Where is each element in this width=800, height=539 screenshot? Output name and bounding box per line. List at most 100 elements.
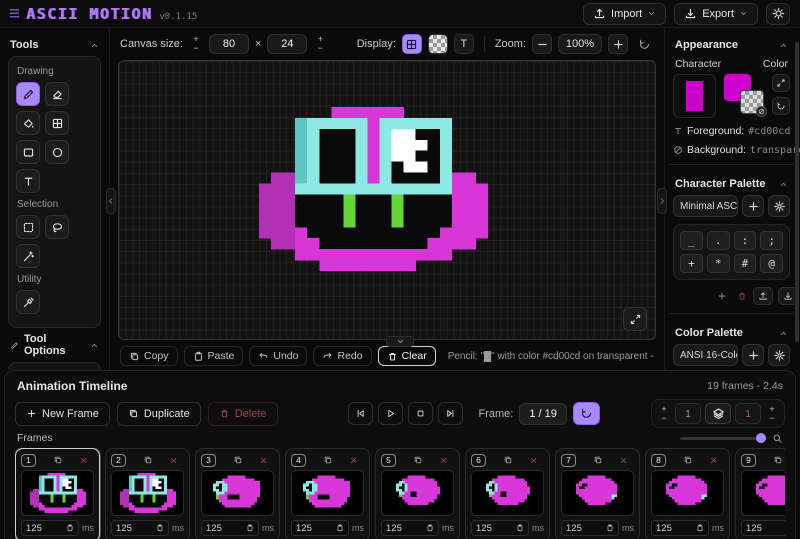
canvas-width-input[interactable]: 80 <box>209 34 249 54</box>
collapse-left-sidebar-handle[interactable] <box>106 188 116 214</box>
frame-thumbnail[interactable] <box>471 470 544 516</box>
zoom-in-button[interactable] <box>608 34 628 54</box>
palette-character-button[interactable]: *· <box>707 254 730 273</box>
frame-card-2[interactable]: 2125ms <box>105 448 190 539</box>
frame-duration-input[interactable]: 125 <box>201 520 259 536</box>
swap-colors-button[interactable] <box>772 74 790 92</box>
canvas-height-input[interactable]: 24 <box>267 34 307 54</box>
frame-thumbnail[interactable] <box>381 470 454 516</box>
character-palette-section-header[interactable]: Character Palette <box>673 173 790 195</box>
collapse-timeline-handle[interactable] <box>386 336 414 347</box>
frame-card-1[interactable]: 1125ms <box>15 448 100 539</box>
onion-skin-toggle-button[interactable] <box>705 403 731 424</box>
canvas-expand-button[interactable] <box>623 307 647 331</box>
drawing-canvas[interactable] <box>118 60 656 340</box>
character-preset-select[interactable]: Minimal ASC <box>673 195 738 217</box>
delete-frame-button[interactable]: Delete <box>208 402 278 426</box>
add-char-button[interactable] <box>713 288 730 305</box>
background-swatch[interactable] <box>740 90 764 114</box>
frame-duration-input[interactable]: 125 <box>651 520 709 536</box>
onion-prev-decrease[interactable]: − <box>657 414 671 423</box>
frame-duration-input[interactable]: 125 <box>291 520 349 536</box>
zoom-reset-button[interactable] <box>634 34 654 54</box>
skip-to-end-button[interactable] <box>438 402 463 425</box>
theme-toggle-button[interactable] <box>766 3 790 25</box>
frame-card-3[interactable]: 3125ms <box>195 448 280 539</box>
frame-card-4[interactable]: 4125ms <box>285 448 370 539</box>
new-frame-button[interactable]: New Frame <box>15 402 110 426</box>
undo-button[interactable]: Undo <box>249 346 307 366</box>
color-preset-select[interactable]: ANSI 16-Colo <box>673 344 738 366</box>
frame-duration-input[interactable]: 125 <box>741 520 785 536</box>
delete-char-button[interactable] <box>733 288 750 305</box>
tool-options-section-header[interactable]: Tool Options <box>8 328 101 362</box>
duplicate-frame-icon-button[interactable] <box>587 454 609 466</box>
palette-character-button[interactable]: @· <box>760 254 783 273</box>
onion-prev-count[interactable]: 1 <box>675 403 701 424</box>
lasso-tool-button[interactable] <box>45 215 69 239</box>
duplicate-frame-icon-button[interactable] <box>137 454 159 466</box>
palette-character-button[interactable]: ;· <box>760 231 783 250</box>
frame-thumbnail[interactable] <box>111 470 184 516</box>
delete-frame-icon-button[interactable] <box>163 455 184 466</box>
fill-rect-tool-button[interactable] <box>45 111 69 135</box>
move-char-left-button[interactable] <box>673 288 690 305</box>
duplicate-frame-button[interactable]: Duplicate <box>117 402 201 426</box>
collapse-right-sidebar-handle[interactable] <box>657 188 667 214</box>
duplicate-frame-icon-button[interactable] <box>497 454 519 466</box>
delete-frame-icon-button[interactable] <box>73 455 94 466</box>
palette-character-button[interactable]: #· <box>734 254 757 273</box>
ellipse-tool-button[interactable] <box>45 140 69 164</box>
frame-card-8[interactable]: 8125ms <box>645 448 730 539</box>
frame-thumbnail[interactable] <box>561 470 634 516</box>
character-palette-settings-button[interactable] <box>768 195 790 217</box>
duplicate-frame-icon-button[interactable] <box>47 454 69 466</box>
frame-thumbnail[interactable] <box>651 470 724 516</box>
rectangle-tool-button[interactable] <box>16 140 40 164</box>
duplicate-frame-icon-button[interactable] <box>677 454 699 466</box>
text-display-toggle[interactable]: T <box>454 34 474 54</box>
frame-card-5[interactable]: 5125ms <box>375 448 460 539</box>
frame-duration-input[interactable]: 125 <box>381 520 439 536</box>
onion-next-count[interactable]: 1 <box>735 403 761 424</box>
transparency-display-toggle[interactable] <box>428 34 448 54</box>
palette-character-button[interactable]: +· <box>680 254 703 273</box>
delete-frame-icon-button[interactable] <box>523 455 544 466</box>
play-button[interactable] <box>378 402 403 425</box>
skip-to-start-button[interactable] <box>348 402 373 425</box>
appearance-section-header[interactable]: Appearance <box>673 34 790 56</box>
clear-button[interactable]: Clear <box>378 346 436 366</box>
frame-thumbnail[interactable] <box>741 470 785 516</box>
character-preview[interactable] <box>673 74 716 118</box>
frame-thumbnail[interactable] <box>21 470 94 516</box>
zoom-out-button[interactable] <box>532 34 552 54</box>
text-tool-button[interactable] <box>16 169 40 193</box>
frame-thumbnail[interactable] <box>291 470 364 516</box>
import-button[interactable]: Import <box>583 3 666 25</box>
onion-next-decrease[interactable]: − <box>765 414 779 423</box>
frame-duration-input[interactable]: 125 <box>21 520 79 536</box>
color-palette-section-header[interactable]: Color Palette <box>673 322 790 344</box>
frame-card-9[interactable]: 9125ms <box>735 448 785 539</box>
pencil-tool-button[interactable] <box>16 82 40 106</box>
fill-bucket-tool-button[interactable] <box>16 111 40 135</box>
slider-knob[interactable] <box>756 433 766 443</box>
add-color-palette-button[interactable] <box>742 344 764 366</box>
delete-frame-icon-button[interactable] <box>703 455 724 466</box>
grid-display-toggle[interactable] <box>402 34 422 54</box>
frame-card-7[interactable]: 7125ms <box>555 448 640 539</box>
palette-character-button[interactable]: :· <box>734 231 757 250</box>
stop-button[interactable] <box>408 402 433 425</box>
duplicate-frame-icon-button[interactable] <box>767 454 785 466</box>
magic-wand-tool-button[interactable] <box>16 244 40 268</box>
copy-button[interactable]: Copy <box>120 346 178 366</box>
frame-card-6[interactable]: 6125ms <box>465 448 550 539</box>
duplicate-frame-icon-button[interactable] <box>407 454 429 466</box>
frame-duration-input[interactable]: 125 <box>471 520 529 536</box>
height-decrease-button[interactable]: − <box>313 44 327 53</box>
export-button[interactable]: Export <box>674 3 758 25</box>
reset-colors-button[interactable] <box>772 97 790 115</box>
paste-button[interactable]: Paste <box>184 346 244 366</box>
slider-track[interactable] <box>680 437 766 440</box>
eraser-tool-button[interactable] <box>45 82 69 106</box>
